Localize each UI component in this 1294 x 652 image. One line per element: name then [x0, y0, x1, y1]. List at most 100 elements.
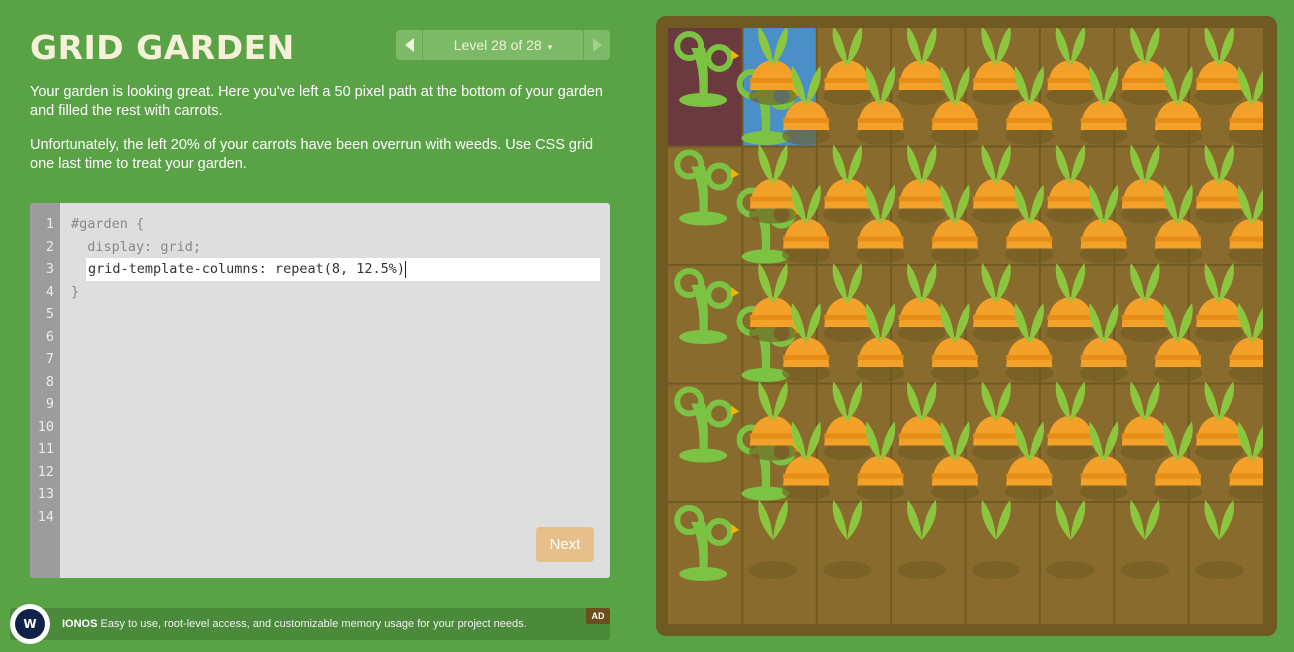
carrot-stripe	[1155, 236, 1202, 242]
carrot-leaf	[1029, 303, 1045, 343]
carrot	[1047, 60, 1094, 90]
carrot-leaf	[921, 144, 937, 185]
carrot-stripe	[749, 78, 796, 83]
carrot-stripe	[1121, 315, 1168, 320]
carrot	[1006, 218, 1053, 249]
next-level-button[interactable]	[583, 30, 610, 60]
carrot-stripe	[931, 473, 978, 479]
carrot-stripe	[1006, 355, 1053, 360]
carrot	[973, 297, 1020, 327]
weed-curl	[674, 386, 705, 417]
carrot	[931, 455, 978, 486]
weed-curl	[674, 268, 705, 298]
advertisement-banner[interactable]: W IONOS Easy to use, root-level access, …	[10, 604, 610, 644]
carrot	[1155, 100, 1202, 130]
carrot-stripe	[1196, 196, 1243, 202]
carrot-leaf	[1070, 28, 1086, 66]
carrot	[749, 178, 796, 209]
carrot-leaf	[758, 144, 773, 185]
carrot-leaf	[758, 500, 773, 540]
previous-level-button[interactable]	[396, 30, 423, 60]
carrot-leaf	[1219, 263, 1234, 303]
carrot-leaf	[1178, 421, 1193, 462]
carrot-leaf	[1204, 500, 1220, 540]
carrot-stripe	[749, 433, 796, 439]
line-number: 8	[45, 374, 54, 390]
weed-thorn	[731, 168, 740, 179]
level-indicator: Level 28 of 28	[453, 37, 542, 53]
carrot	[1121, 297, 1168, 327]
carrot	[857, 100, 904, 130]
game-title: GRID GARDEN	[30, 28, 295, 67]
carrot-stripe	[1080, 118, 1127, 123]
code-line-close-brace: }	[71, 284, 80, 300]
carrot	[1155, 218, 1202, 249]
carrot-leaf	[1070, 500, 1086, 540]
carrot-stripe	[1121, 78, 1168, 83]
carrot-stripe	[749, 196, 796, 202]
carrot-leaf	[880, 184, 896, 225]
carrot-stripe	[1196, 78, 1243, 83]
carrot	[824, 178, 871, 209]
carrot-stripe	[1080, 236, 1127, 242]
line-number: 5	[45, 306, 54, 322]
carrot-stripe	[783, 236, 830, 242]
carrot-leaf	[1103, 421, 1119, 462]
carrot-leaf	[1204, 381, 1220, 422]
carrot-stripe	[898, 315, 945, 320]
carrot-leaf	[954, 66, 970, 106]
carrot-leaf	[996, 263, 1011, 303]
carrot-stripe	[1006, 473, 1053, 479]
level-selector[interactable]: Level 28 of 28 ▾	[423, 37, 583, 53]
instructions-paragraph-2: Unfortunately, the left 20% of your carr…	[30, 137, 594, 172]
carrot	[931, 337, 978, 367]
carrot-leaf	[772, 144, 788, 185]
carrot-shadow	[972, 561, 1021, 579]
carrot-leaf	[996, 500, 1011, 540]
css-input-field[interactable]: grid-template-columns: repeat(8, 12.5%)	[86, 258, 600, 281]
carrot-leaf	[1130, 381, 1145, 422]
carrot	[898, 60, 945, 90]
carrot-shadow	[897, 561, 946, 579]
carrot-stripe	[1047, 78, 1094, 83]
carrot-leaf	[921, 500, 937, 540]
carrot	[1080, 218, 1127, 249]
carrot	[898, 415, 945, 446]
carrot-leaf	[1055, 263, 1071, 303]
carrot-shadow	[1046, 561, 1095, 579]
code-line-selector: #garden {	[71, 216, 145, 232]
carrot-stripe	[898, 433, 945, 439]
carrot	[973, 60, 1020, 90]
carrot	[1229, 100, 1263, 130]
carrot-stripe	[931, 118, 978, 123]
carrot	[824, 415, 871, 446]
carrot-leaf	[996, 28, 1011, 66]
carrot-stripe	[1006, 236, 1053, 242]
carrot-stripe	[824, 78, 871, 83]
carrot	[1196, 415, 1243, 446]
next-button[interactable]: Next	[536, 527, 594, 562]
weed-thorn	[731, 524, 740, 534]
carrot-leaf	[1130, 144, 1145, 185]
line-number-gutter: 1 2 3 4 5 6 7 8 9 10 11 12 13 14	[30, 203, 60, 578]
carrot-leaf	[1219, 381, 1234, 422]
carrot-leaf	[806, 421, 821, 462]
weed-curl	[705, 162, 734, 191]
carrot-leaf	[1204, 28, 1220, 66]
carrot-leaf	[1055, 500, 1071, 540]
carrot	[1047, 178, 1094, 209]
line-number: 11	[37, 441, 54, 457]
carrot-leaf	[906, 500, 922, 540]
carrot	[1196, 178, 1243, 209]
carrot-leaf	[880, 66, 896, 106]
carrot-stripe	[1196, 433, 1243, 439]
carrot-leaf	[981, 500, 997, 540]
line-number: 12	[37, 464, 54, 480]
carrot-leaf	[1103, 184, 1119, 225]
carrot-leaf	[1219, 144, 1234, 185]
carrot	[1006, 337, 1053, 367]
carrot	[749, 415, 796, 446]
carrot-leaf	[758, 381, 773, 422]
carrot-leaf	[880, 303, 896, 343]
weed-thorn	[731, 287, 740, 297]
